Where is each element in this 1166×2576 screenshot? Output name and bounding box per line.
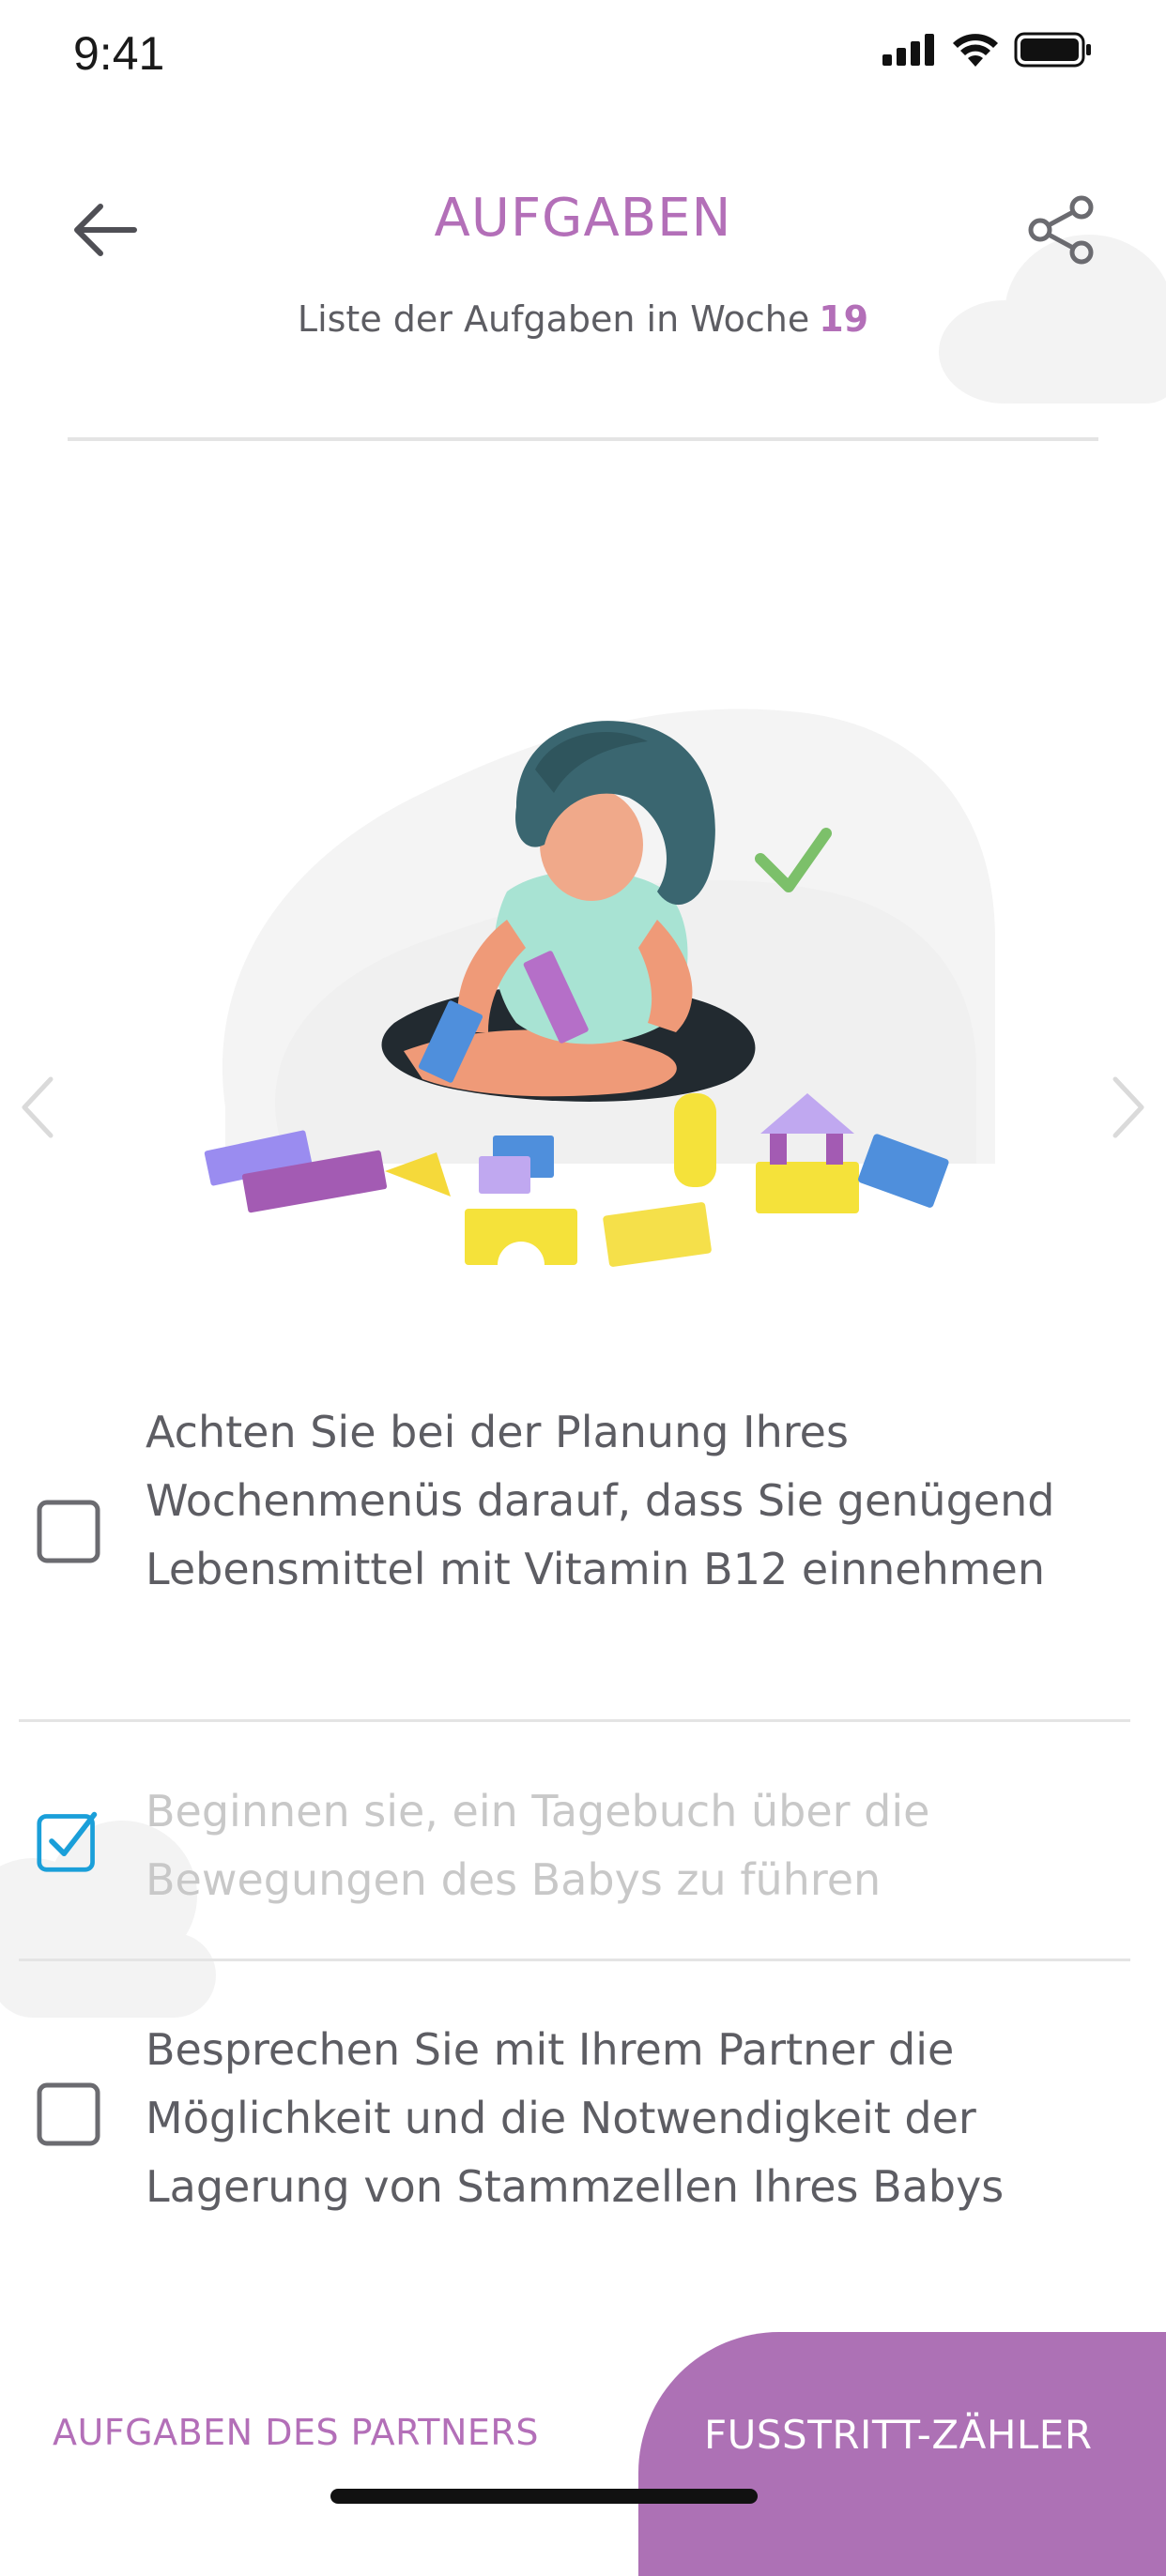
illustration-woman-playing-blocks [169,582,995,1295]
task-3-checkbox[interactable] [36,2081,101,2147]
carousel-prev-button[interactable] [0,1051,75,1164]
task-1-checkbox[interactable] [36,1499,101,1564]
task-divider [19,1959,1130,1961]
task-2-text[interactable]: Beginnen sie, ein Tagebuch über die Bewe… [146,1777,1122,1914]
status-icons [882,32,1093,68]
subtitle-text: Liste der Aufgaben in Woche [297,298,810,340]
home-indicator [330,2489,758,2504]
share-button[interactable] [1019,188,1103,272]
tab-kick-counter-label: FUSSTRITT-ZÄHLER [704,2412,1093,2458]
task-divider [19,1719,1130,1722]
page-title: AUFGABEN [434,188,732,249]
week-subtitle: Liste der Aufgaben in Woche 19 [0,298,1166,340]
tab-partner-tasks[interactable]: AUFGABEN DES PARTNERS [53,2412,539,2453]
share-icon [1028,195,1094,265]
signal-icon [882,34,934,66]
week-number: 19 [819,298,869,340]
header-divider [68,437,1098,441]
wifi-icon [953,34,998,67]
task-3-text[interactable]: Besprechen Sie mit Ihrem Partner die Mög… [146,2016,1122,2221]
battery-icon [1014,32,1091,68]
status-time: 9:41 [73,27,165,80]
chevron-right-icon [1112,1076,1144,1138]
task-2-checkbox[interactable] [36,1807,101,1873]
carousel-next-button[interactable] [1091,1051,1166,1164]
task-1-text[interactable]: Achten Sie bei der Planung Ihres Wochenm… [146,1398,1122,1604]
chevron-left-icon [22,1076,54,1138]
